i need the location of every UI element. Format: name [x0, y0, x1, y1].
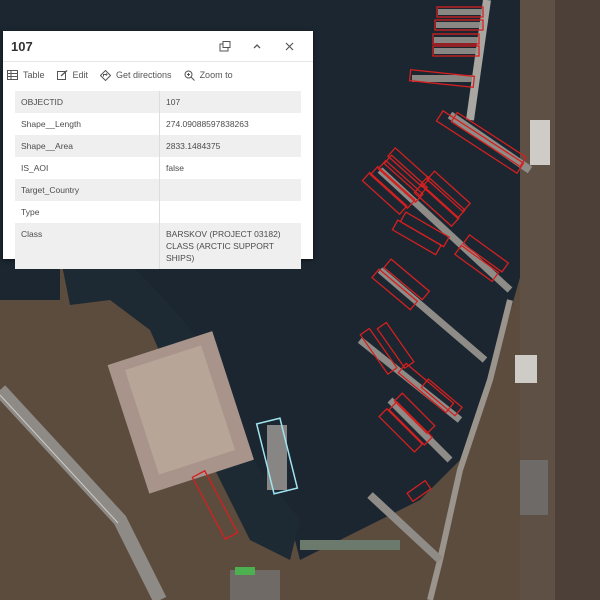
field-name: OBJECTID	[15, 91, 160, 113]
table-row: Shape__Length 274.09088597838263	[15, 113, 301, 135]
attribute-table: OBJECTID 107 Shape__Length 274.09088597838…	[15, 91, 301, 269]
table-label: Table	[23, 70, 45, 80]
get-directions-label: Get directions	[116, 70, 172, 80]
collapse-icon[interactable]	[241, 35, 273, 57]
directions-icon	[100, 69, 112, 81]
zoom-icon	[184, 70, 195, 81]
field-name: Shape__Area	[15, 135, 160, 157]
field-value: 2833.1484375	[159, 135, 301, 157]
table-row: OBJECTID 107	[15, 91, 301, 113]
edit-label: Edit	[72, 70, 89, 80]
field-value	[159, 179, 301, 201]
field-name: Shape__Length	[15, 113, 160, 135]
field-value: BARSKOV (PROJECT 03182) CLASS (ARCTIC SU…	[159, 223, 301, 269]
table-row: IS_AOI false	[15, 157, 301, 179]
table-row: Target_Country	[15, 179, 301, 201]
field-name: Class	[15, 223, 160, 269]
popup-title: 107	[11, 38, 33, 54]
edit-icon	[56, 70, 67, 80]
get-directions-button[interactable]: Get directions	[100, 69, 172, 81]
close-icon[interactable]	[273, 35, 305, 57]
field-value: 274.09088597838263	[166, 119, 249, 129]
field-value: false	[166, 163, 184, 173]
zoom-to-button[interactable]: Zoom to	[184, 70, 233, 81]
field-name: IS_AOI	[15, 157, 160, 179]
field-value	[160, 201, 302, 223]
field-name: Target_Country	[15, 179, 160, 201]
feature-popup: 107 Table Edit Get directions Zoom to OB…	[3, 31, 313, 269]
table-row: Class BARSKOV (PROJECT 03182) CLASS (ARCT…	[15, 223, 301, 269]
table-row: Type	[15, 201, 301, 223]
popup-actions: Table Edit Get directions Zoom to	[3, 62, 313, 88]
popup-header: 107	[3, 31, 313, 62]
dock-icon[interactable]	[209, 35, 241, 57]
field-value: 107	[159, 91, 301, 113]
field-name: Type	[15, 201, 160, 223]
table-row: Shape__Area 2833.1484375	[15, 135, 301, 157]
edit-button[interactable]: Edit	[56, 70, 89, 80]
table-button[interactable]: Table	[7, 70, 45, 80]
table-icon	[7, 70, 18, 80]
zoom-to-label: Zoom to	[199, 70, 233, 80]
